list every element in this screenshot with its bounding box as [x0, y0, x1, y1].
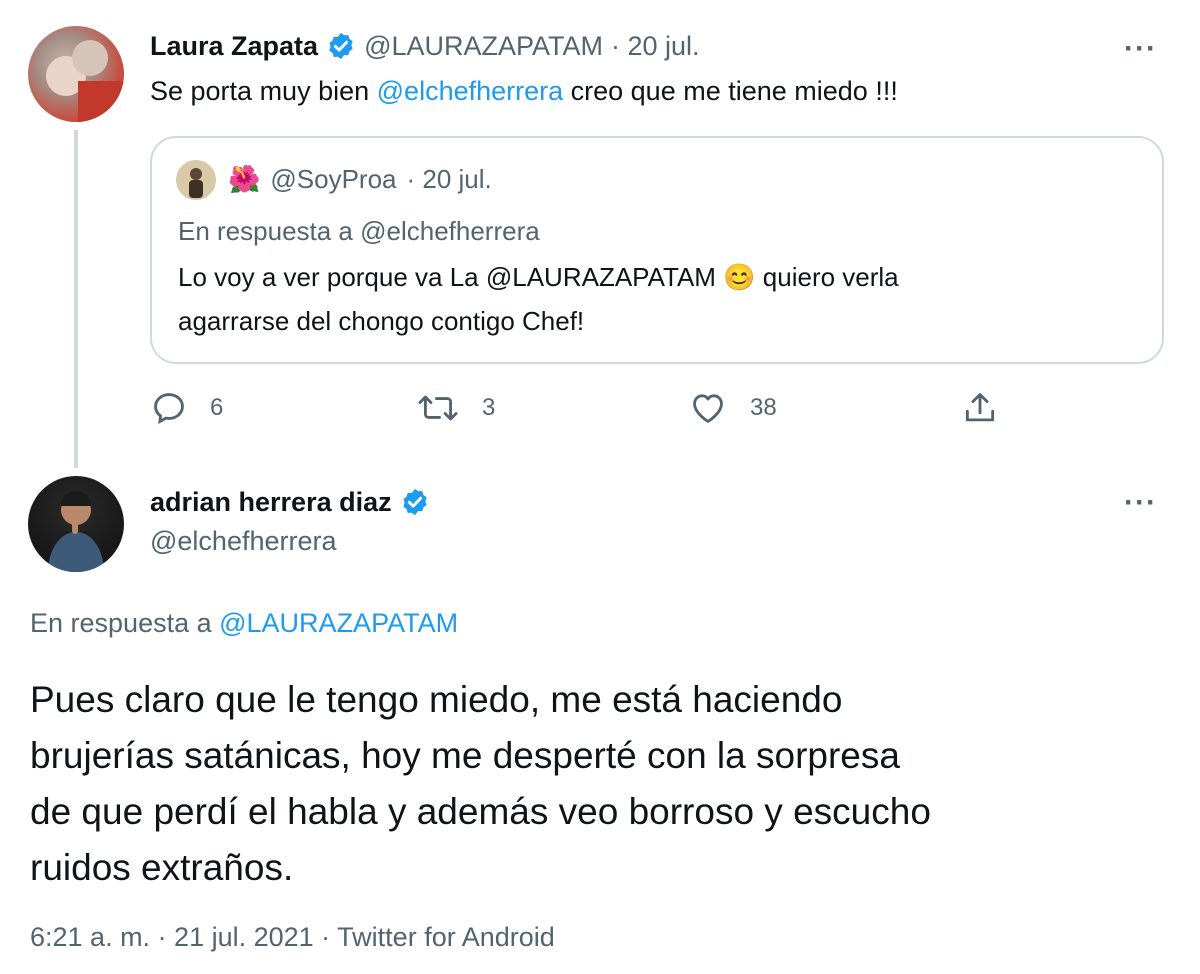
share-icon: [965, 393, 995, 422]
tweet1-text: Se porta muy bien @elchefherrera creo qu…: [150, 76, 898, 107]
quoted-date: · 20 jul.: [406, 164, 492, 194]
tweet-date[interactable]: · 20 jul.: [611, 31, 700, 62]
tweet-text-part: creo que me tiene miedo !!!: [563, 76, 898, 106]
smile-emoji-icon: 😊: [723, 262, 756, 292]
tweet1-header: Laura Zapata @LAURAZAPATAM · 20 jul.: [150, 28, 700, 64]
mention-link[interactable]: @elchefherrera: [377, 76, 564, 106]
quoted-text: quiero verla: [755, 262, 899, 292]
retweet-icon: [418, 395, 458, 421]
reply-mention-link[interactable]: @LAURAZAPATAM: [219, 608, 458, 638]
quoted-text-line2: agarrarse del chongo contigo Chef!: [178, 306, 585, 336]
more-options-icon[interactable]: ···: [1124, 34, 1157, 64]
tweet-body-line: Pues claro que le tengo miedo, me está h…: [30, 679, 843, 720]
reply-count: 6: [210, 394, 224, 421]
author-name[interactable]: Laura Zapata: [150, 31, 318, 62]
tweet-meta[interactable]: 6:21 a. m. · 21 jul. 2021 · Twitter for …: [30, 922, 555, 953]
verified-badge-icon: [329, 32, 353, 60]
tweet2-body: Pues claro que le tengo miedo, me está h…: [30, 672, 931, 896]
reply-action[interactable]: 6: [150, 388, 223, 428]
heart-icon: [693, 394, 723, 423]
retweet-count: 3: [482, 394, 496, 421]
avatar-photo: [48, 491, 104, 572]
tweet-body-line: de que perdí el habla y además veo borro…: [30, 791, 931, 832]
tweet2-header: adrian herrera diaz: [150, 484, 430, 520]
quoted-reply-to: En respuesta a @elchefherrera: [178, 216, 540, 246]
more-options-icon[interactable]: ···: [1124, 488, 1157, 518]
tweet-body-line: ruidos extraños.: [30, 847, 294, 888]
verified-badge-icon: [402, 488, 427, 516]
quoted-avatar[interactable]: [176, 160, 216, 200]
flower-emoji-icon: 🌺: [228, 164, 261, 194]
quoted-text-line1: Lo voy a ver porque va La @LAURAZAPATAM …: [178, 262, 899, 293]
avatar-photo: [46, 40, 124, 122]
quoted-avatar-photo: [189, 168, 203, 198]
avatar-laura-zapata[interactable]: [28, 26, 124, 122]
reply-context: En respuesta a @LAURAZAPATAM: [30, 608, 458, 639]
reply-icon: [154, 393, 184, 425]
tweet-body-line: brujerías satánicas, hoy me desperté con…: [30, 735, 900, 776]
quoted-tweet[interactable]: 🌺 @SoyProa · 20 jul. En respuesta a @elc…: [150, 136, 1164, 364]
author-handle[interactable]: @LAURAZAPATAM: [364, 31, 603, 62]
share-action[interactable]: [960, 388, 1000, 428]
avatar-adrian-herrera[interactable]: [28, 476, 124, 572]
like-count: 38: [750, 394, 777, 421]
quoted-text: Lo voy a ver porque va La @LAURAZAPATAM: [178, 262, 716, 292]
quoted-header: 🌺 @SoyProa · 20 jul.: [228, 164, 492, 195]
like-action[interactable]: 38: [688, 388, 777, 428]
retweet-action[interactable]: 3: [416, 388, 495, 428]
quoted-handle[interactable]: @SoyProa: [270, 164, 396, 195]
reply-prefix: En respuesta a: [30, 608, 220, 638]
author-handle[interactable]: @elchefherrera: [150, 526, 337, 557]
tweet-text-part: Se porta muy bien: [150, 76, 377, 106]
author-name[interactable]: adrian herrera diaz: [150, 487, 392, 518]
thread-line: [74, 130, 78, 468]
